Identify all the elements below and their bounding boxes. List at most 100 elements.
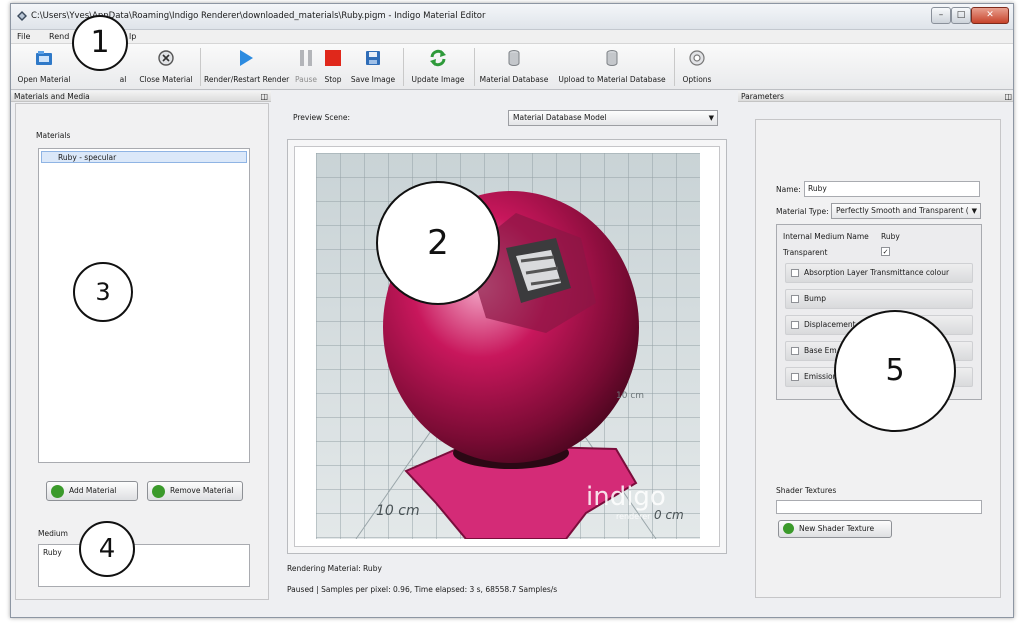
toolbar-separator [474, 48, 475, 86]
displacement-checkbox[interactable] [791, 321, 799, 329]
save-image-button[interactable]: Save Image [348, 47, 398, 87]
render-restart-button[interactable]: Render/Restart Render [204, 47, 289, 87]
material-item-label: Ruby - specular [58, 153, 117, 162]
minus-icon [152, 485, 165, 498]
floor-scale-label-right: 0 cm [654, 508, 684, 522]
list-item[interactable]: Ruby - specular [41, 151, 247, 163]
callout-1: 1 [72, 15, 128, 71]
menu-file[interactable]: File [17, 32, 30, 41]
toolbar: Open Material al Close Material Render/R… [11, 44, 1013, 90]
callout-4: 4 [79, 521, 135, 577]
materials-label: Materials [36, 131, 71, 140]
close-material-button[interactable]: Close Material [137, 47, 195, 87]
callout-2: 2 [376, 181, 500, 305]
bump-checkbox[interactable] [791, 295, 799, 303]
preview-scene-value: Material Database Model [513, 113, 607, 122]
save-material-label: al [119, 75, 127, 84]
materials-media-dock-header: Materials and Media ◫ [11, 91, 271, 102]
emission-checkbox[interactable] [791, 373, 799, 381]
plus-icon [783, 523, 794, 534]
stop-icon [325, 50, 341, 66]
update-image-label: Update Image [411, 75, 465, 84]
chevron-down-icon: ▼ [971, 207, 977, 215]
callout-3: 3 [73, 262, 133, 322]
floor-scale-label: 10 cm [376, 503, 420, 519]
stop-button[interactable]: Stop [320, 47, 346, 87]
dock-float-icon[interactable]: ◫ [1004, 91, 1012, 102]
internal-medium-label: Internal Medium Name [783, 232, 869, 241]
name-field[interactable]: Ruby [804, 181, 980, 197]
material-type-dropdown[interactable]: Perfectly Smooth and Transparent ( ▼ [831, 203, 981, 219]
callout-5: 5 [834, 310, 956, 432]
open-material-button[interactable]: Open Material [15, 47, 73, 87]
bump-row[interactable]: Bump [785, 289, 973, 309]
pause-button[interactable]: Pause [293, 47, 319, 87]
open-material-label: Open Material [17, 75, 71, 84]
gear-icon [689, 50, 705, 66]
plus-icon [51, 485, 64, 498]
remove-material-label: Remove Material [170, 486, 234, 495]
materials-media-panel: Materials Ruby - specular Add Material R… [15, 103, 269, 600]
materials-media-title: Materials and Media [14, 92, 90, 101]
medium-list[interactable]: Ruby [38, 544, 250, 587]
options-button[interactable]: Options [677, 47, 717, 87]
chevron-down-icon: ▼ [708, 114, 714, 122]
absorption-layer-label: Absorption Layer Transmittance colour [804, 268, 950, 277]
material-type-label: Material Type: [776, 207, 829, 216]
maximize-button[interactable]: □ [951, 7, 971, 24]
toolbar-separator [674, 48, 675, 86]
absorption-layer-row[interactable]: Absorption Layer Transmittance colour [785, 263, 973, 283]
menu-render[interactable]: Rend [49, 32, 69, 41]
shader-textures-list[interactable] [776, 500, 982, 514]
preview-scene-dropdown[interactable]: Material Database Model ▼ [508, 110, 718, 126]
add-material-button[interactable]: Add Material [46, 481, 138, 501]
preview-scene-label: Preview Scene: [293, 113, 350, 122]
medium-item[interactable]: Ruby [43, 548, 62, 557]
material-database-button[interactable]: Material Database [477, 47, 551, 87]
update-image-button[interactable]: Update Image [407, 47, 469, 87]
transparent-label: Transparent [783, 248, 828, 257]
preview-frame: 10 cm 10 cm indigo renderer 0 cm [287, 139, 727, 554]
floor-scale-label-small: 10 cm [616, 391, 644, 401]
dock-float-icon[interactable]: ◫ [260, 91, 268, 102]
minimize-button[interactable]: – [931, 7, 951, 24]
rendering-status: Rendering Material: Ruby [287, 564, 382, 573]
render-preview-image: 10 cm 10 cm indigo renderer 0 cm [316, 153, 700, 539]
parameters-title: Parameters [741, 92, 784, 101]
menu-bar: File Rend lp [11, 30, 1013, 44]
menu-help[interactable]: lp [129, 32, 136, 41]
pause-label: Pause [294, 75, 318, 84]
close-window-button[interactable]: ✕ [971, 7, 1009, 24]
options-label: Options [682, 75, 712, 84]
base-emission-label: Base Em [804, 346, 837, 355]
new-shader-texture-button[interactable]: New Shader Texture [778, 520, 892, 538]
transparent-checkbox[interactable]: ✓ [881, 247, 890, 256]
render-progress-status: Paused | Samples per pixel: 0.96, Time e… [287, 585, 558, 594]
upload-material-database-label: Upload to Material Database [558, 75, 666, 84]
emission-label: Emission [804, 372, 838, 381]
remove-material-button[interactable]: Remove Material [147, 481, 243, 501]
bump-label: Bump [804, 294, 826, 303]
close-circle-icon [158, 50, 174, 66]
materials-list[interactable]: Ruby - specular [38, 148, 250, 463]
toolbar-separator [200, 48, 201, 86]
indigo-watermark-sub: renderer [616, 512, 651, 521]
name-label: Name: [776, 185, 801, 194]
pause-icon [300, 50, 312, 66]
refresh-arrows-icon [430, 49, 446, 67]
database-upload-icon [606, 50, 618, 66]
base-emission-checkbox[interactable] [791, 347, 799, 355]
upload-material-database-button[interactable]: Upload to Material Database [553, 47, 671, 87]
floppy-disk-icon [366, 51, 380, 65]
close-material-label: Close Material [139, 75, 193, 84]
preview-frame-inner: 10 cm 10 cm indigo renderer 0 cm [294, 146, 720, 547]
database-icon [508, 50, 520, 66]
absorption-layer-checkbox[interactable] [791, 269, 799, 277]
medium-label: Medium [38, 529, 68, 538]
app-window: C:\Users\Yves\AppData\Roaming\Indigo Ren… [10, 3, 1014, 618]
save-image-label: Save Image [350, 75, 396, 84]
add-material-label: Add Material [69, 486, 117, 495]
parameters-dock-header: Parameters ◫ [738, 91, 1013, 102]
material-database-label: Material Database [479, 75, 549, 84]
toolbar-separator [403, 48, 404, 86]
